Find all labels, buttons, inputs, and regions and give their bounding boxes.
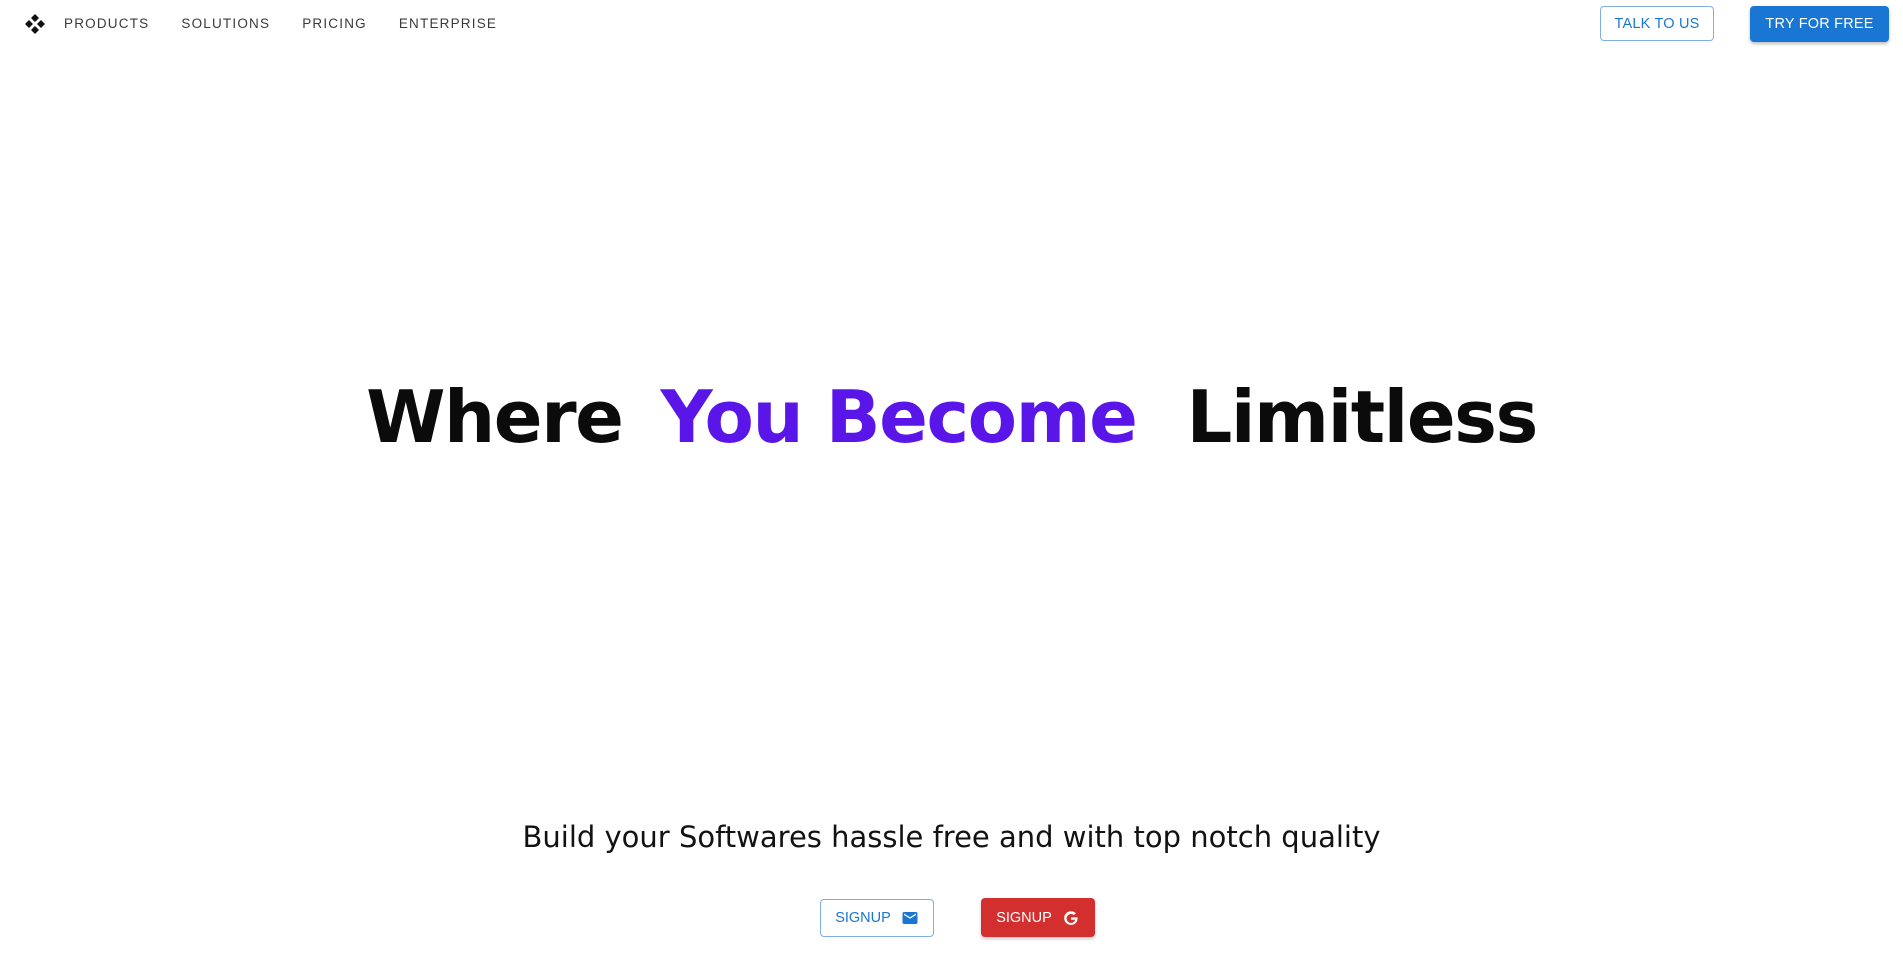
signup-email-button[interactable]: SIGNUP — [820, 899, 934, 937]
signup-email-label: SIGNUP — [835, 910, 891, 926]
nav-link-enterprise[interactable]: ENTERPRISE — [399, 16, 497, 31]
nav-links: PRODUCTS SOLUTIONS PRICING ENTERPRISE — [64, 0, 529, 46]
talk-to-us-button[interactable]: TALK TO US — [1600, 6, 1714, 41]
hero-text-you-become: You Become — [660, 375, 1138, 459]
hero-headline: Where You Become Limitless — [0, 362, 1903, 472]
nav-link-pricing[interactable]: PRICING — [302, 16, 367, 31]
nav-link-solutions[interactable]: SOLUTIONS — [181, 16, 270, 31]
hero-text-where: Where — [366, 375, 624, 459]
google-icon — [1063, 910, 1078, 925]
logo-icon[interactable] — [24, 13, 46, 35]
hero-text-limitless: Limitless — [1186, 375, 1538, 459]
mail-icon — [902, 912, 918, 924]
signup-google-label: SIGNUP — [996, 909, 1052, 926]
page: PRODUCTS SOLUTIONS PRICING ENTERPRISE TA… — [0, 0, 1903, 962]
nav-link-products[interactable]: PRODUCTS — [64, 16, 149, 31]
signup-google-button[interactable]: SIGNUP — [981, 898, 1095, 937]
try-for-free-button[interactable]: TRY FOR FREE — [1750, 6, 1889, 42]
hero-subheading: Build your Softwares hassle free and wit… — [522, 820, 1381, 854]
top-navbar: PRODUCTS SOLUTIONS PRICING ENTERPRISE TA… — [0, 0, 1903, 48]
